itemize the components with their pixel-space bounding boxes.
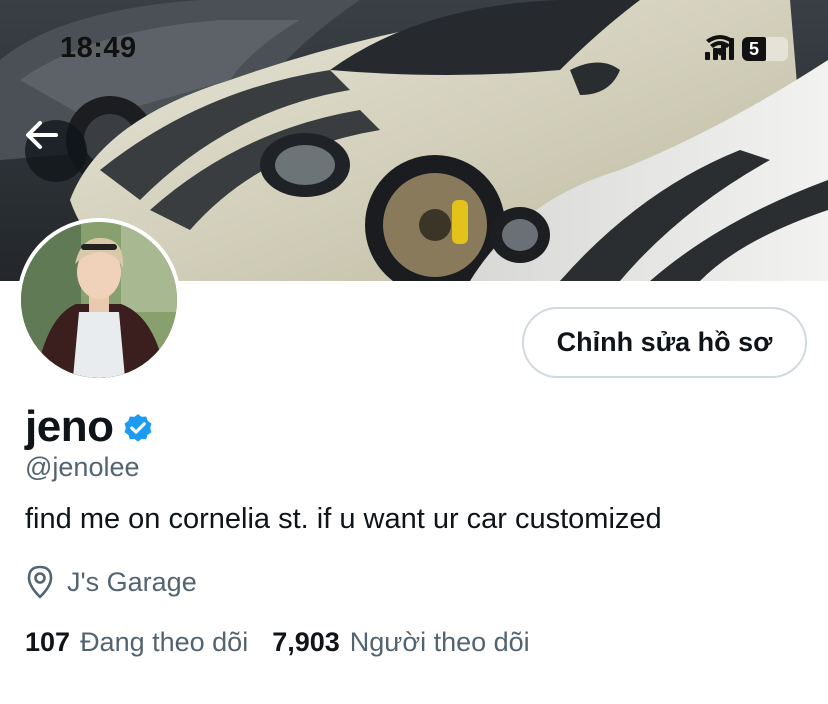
- status-icons: 5: [705, 34, 788, 64]
- followers-count: 7,903: [272, 626, 340, 657]
- profile-bio: find me on cornelia st. if u want ur car…: [25, 503, 662, 535]
- battery-icon: 5: [742, 37, 788, 61]
- avatar[interactable]: [17, 218, 181, 382]
- follow-stats: 107 Đang theo dõi 7,903 Người theo dõi: [25, 622, 530, 662]
- arrow-left-icon: [26, 121, 58, 149]
- following-count: 107: [25, 626, 71, 657]
- back-button[interactable]: [25, 120, 87, 182]
- edit-profile-button[interactable]: Chỉnh sửa hồ sơ: [522, 307, 807, 378]
- name-row: jeno: [25, 398, 155, 456]
- wifi-icon: [706, 35, 734, 56]
- location-row: J's Garage: [25, 562, 197, 602]
- avatar-image: [21, 222, 177, 378]
- followers-link[interactable]: 7,903 Người theo dõi: [272, 627, 529, 658]
- location-text: J's Garage: [67, 566, 197, 597]
- display-name: jeno: [25, 402, 114, 451]
- location-pin-icon: [27, 565, 53, 599]
- user-handle: @jenolee: [25, 452, 140, 482]
- battery-level: 5: [742, 37, 766, 61]
- followers-label: Người theo dõi: [349, 626, 530, 657]
- following-label: Đang theo dõi: [80, 626, 249, 657]
- status-time: 18:49: [60, 32, 137, 64]
- following-link[interactable]: 107 Đang theo dõi: [25, 627, 248, 658]
- verified-badge-icon[interactable]: [121, 412, 155, 446]
